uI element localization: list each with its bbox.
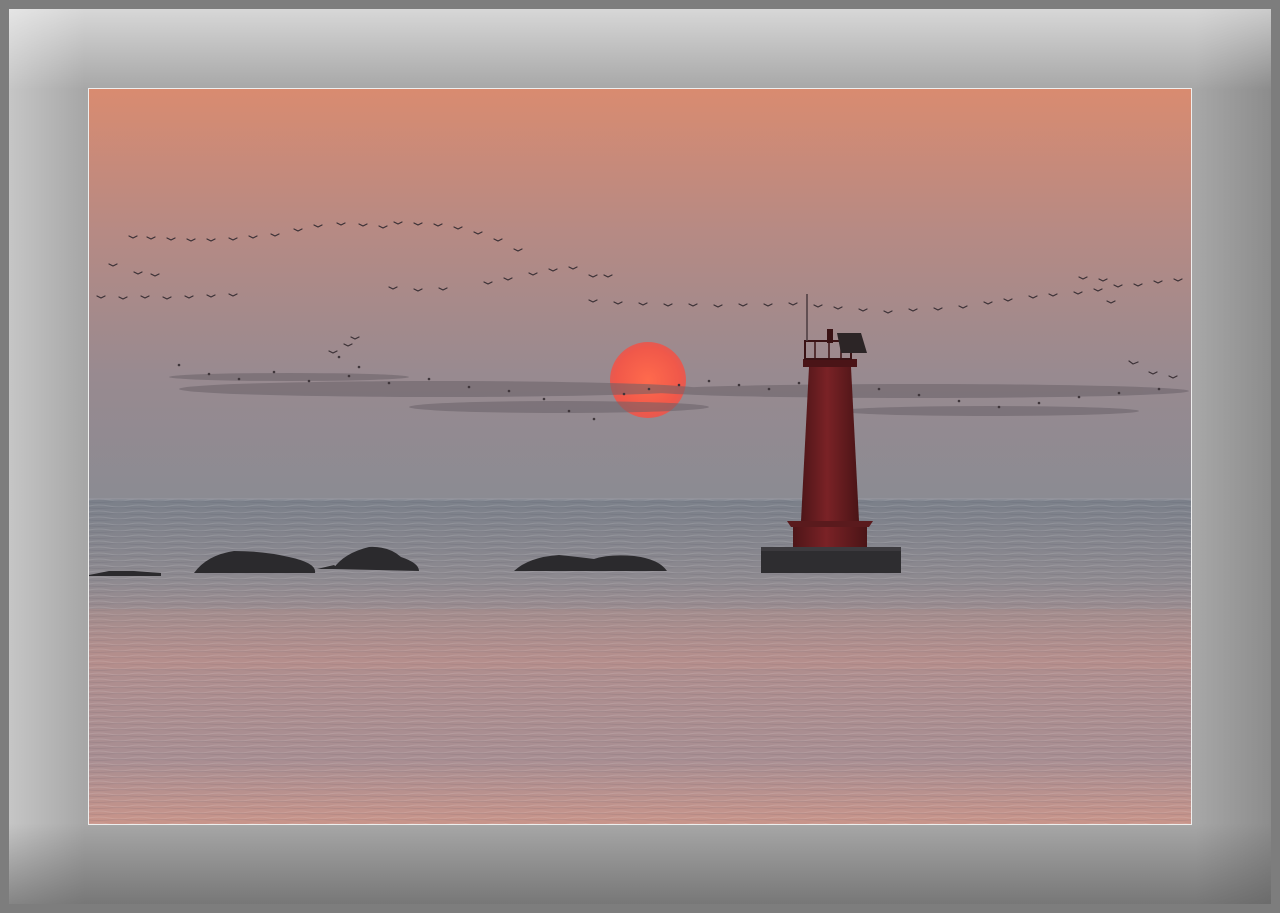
sky bbox=[89, 89, 1191, 499]
photo bbox=[88, 88, 1192, 825]
sun-reflection-glow bbox=[89, 609, 1191, 669]
seascape-scene bbox=[89, 89, 1191, 824]
